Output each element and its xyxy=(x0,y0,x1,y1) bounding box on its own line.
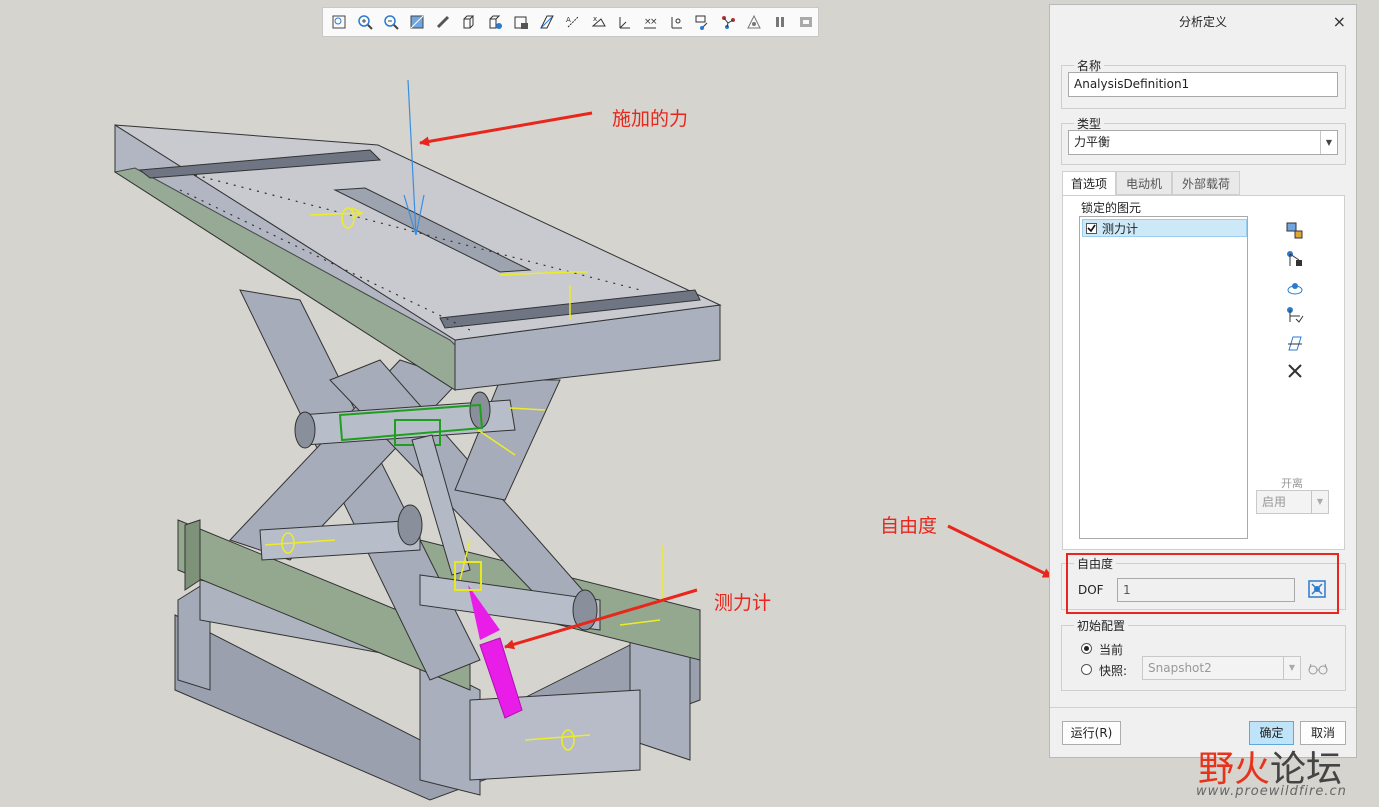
chevron-down-icon: ▼ xyxy=(1283,657,1300,679)
separation-select: 启用 ▼ xyxy=(1256,490,1329,514)
tab-preferences[interactable]: 首选项 xyxy=(1062,171,1116,196)
button-divider xyxy=(1050,707,1356,708)
svg-text:×: × xyxy=(650,17,658,27)
svg-text:x: x xyxy=(593,15,597,23)
view-toolbar: A x × × xyxy=(322,7,819,37)
snapshot-value: Snapshot2 xyxy=(1148,661,1212,675)
radio-current[interactable] xyxy=(1081,643,1092,654)
svg-text:A: A xyxy=(566,16,571,24)
type-select-value: 力平衡 xyxy=(1074,135,1111,149)
dof-label: DOF xyxy=(1078,583,1104,597)
locked-entities-label: 锁定的图元 xyxy=(1081,201,1142,215)
mechanism-display-icon[interactable] xyxy=(690,10,714,34)
tab-motors[interactable]: 电动机 xyxy=(1116,171,1172,195)
joint-icon[interactable] xyxy=(716,10,740,34)
list-item-label: 测力计 xyxy=(1102,221,1139,236)
radio-snapshot[interactable] xyxy=(1081,664,1092,675)
display-style-icon[interactable] xyxy=(457,10,481,34)
lock-connection-icon[interactable] xyxy=(1284,248,1306,270)
dialog-title-bar[interactable]: 分析定义 × xyxy=(1050,5,1356,39)
list-item[interactable]: 测力计 xyxy=(1082,219,1247,237)
locked-entities-list[interactable]: 测力计 xyxy=(1079,216,1248,539)
csys-display-icon[interactable] xyxy=(612,10,636,34)
evaluate-dof-icon[interactable] xyxy=(1306,578,1328,600)
checkbox[interactable] xyxy=(1086,222,1097,234)
separation-label: 开离 xyxy=(1281,477,1303,490)
run-button[interactable]: 运行(R) xyxy=(1062,721,1121,745)
delete-icon[interactable] xyxy=(1284,360,1306,382)
glasses-icon xyxy=(1307,658,1329,678)
initial-config-label: 初始配置 xyxy=(1077,619,1126,633)
repaint-icon[interactable] xyxy=(405,10,429,34)
chevron-down-icon[interactable]: ▼ xyxy=(1320,131,1337,154)
force-annotation: 施加的力 xyxy=(612,108,689,130)
radio-current-label: 当前 xyxy=(1099,643,1124,657)
lock-plane-icon[interactable] xyxy=(1284,332,1306,354)
zoom-fit-icon[interactable] xyxy=(327,10,351,34)
preferences-panel: 锁定的图元 测力计 开离 启用 ▼ xyxy=(1062,195,1345,550)
point-display-icon[interactable]: x xyxy=(587,10,611,34)
zoom-in-icon[interactable] xyxy=(353,10,377,34)
zoom-out-icon[interactable] xyxy=(379,10,403,34)
stop-icon[interactable] xyxy=(794,10,818,34)
lock-point-icon[interactable] xyxy=(1284,276,1306,298)
close-icon[interactable]: × xyxy=(1333,5,1346,39)
type-select[interactable]: 力平衡 ▼ xyxy=(1068,130,1338,155)
view-manager-icon[interactable] xyxy=(483,10,507,34)
dof-field: 1 xyxy=(1117,578,1295,602)
gauge-annotation: 测力计 xyxy=(714,592,772,614)
radio-snapshot-label: 快照: xyxy=(1099,664,1128,678)
annotation-display-icon[interactable] xyxy=(664,10,688,34)
datum-axes-icon[interactable]: A xyxy=(561,10,585,34)
chevron-down-icon: ▼ xyxy=(1311,491,1328,513)
pause-icon[interactable] xyxy=(768,10,792,34)
forum-watermark: 野火论坛 www.proewildfire.cn xyxy=(1190,740,1375,805)
datum-planes-icon[interactable] xyxy=(535,10,559,34)
watermark-url: www.proewildfire.cn xyxy=(1196,784,1347,799)
analysis-definition-dialog: 分析定义 × 名称 AnalysisDefinition1 类型 力平衡 ▼ 首… xyxy=(1049,4,1357,758)
play-icon[interactable] xyxy=(742,10,766,34)
separation-value: 启用 xyxy=(1262,495,1287,509)
spin-center-icon[interactable]: × × xyxy=(638,10,662,34)
tab-external-loads[interactable]: 外部载荷 xyxy=(1172,171,1240,195)
lock-joint-icon[interactable] xyxy=(1284,304,1306,326)
lock-body-icon[interactable] xyxy=(1284,220,1306,242)
dialog-title: 分析定义 xyxy=(1178,15,1227,29)
name-input[interactable]: AnalysisDefinition1 xyxy=(1068,72,1338,97)
dof-annotation: 自由度 xyxy=(880,515,938,537)
orient-icon[interactable] xyxy=(431,10,455,34)
snapshot-select: Snapshot2 ▼ xyxy=(1142,656,1301,680)
saved-views-icon[interactable] xyxy=(509,10,533,34)
